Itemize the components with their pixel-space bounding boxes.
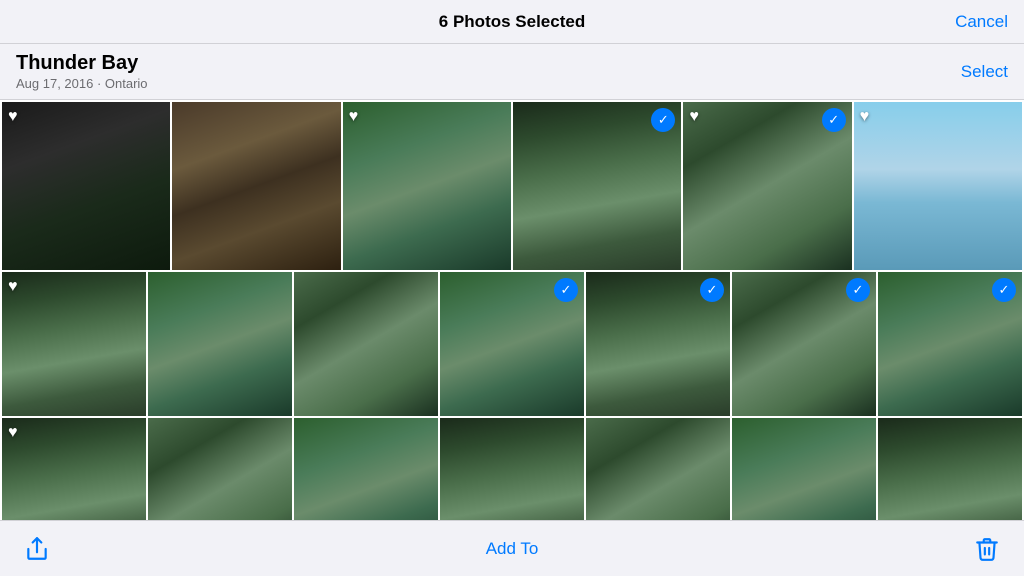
trash-button[interactable] — [974, 536, 1000, 562]
check-badge: ✓ — [992, 278, 1016, 302]
top-bar: 6 Photos Selected Cancel — [0, 0, 1024, 44]
heart-icon: ♥ — [860, 108, 870, 126]
heart-icon: ♥ — [8, 424, 18, 442]
check-badge: ✓ — [651, 108, 675, 132]
photo-cell[interactable]: ♥ — [854, 102, 1022, 270]
add-to-button[interactable]: Add To — [486, 539, 539, 559]
album-subtitle: Aug 17, 2016 · Ontario — [16, 76, 148, 91]
select-button[interactable]: Select — [961, 62, 1008, 82]
photo-grid: ♥♥✓♥✓♥♥✓✓✓✓♥0:020:200:200:031:231:23 — [0, 100, 1024, 520]
photo-cell[interactable]: 0:20 — [294, 418, 438, 520]
grid-row: ♥♥✓♥✓♥ — [2, 102, 1022, 270]
photo-cell[interactable]: ♥ — [2, 102, 170, 270]
check-badge: ✓ — [700, 278, 724, 302]
photo-cell[interactable]: 1:23 — [732, 418, 876, 520]
grid-row: ♥0:020:200:200:031:231:23 — [2, 418, 1022, 520]
heart-icon: ♥ — [349, 108, 359, 126]
photo-cell[interactable]: ✓ — [586, 272, 730, 416]
photo-cell[interactable]: ✓ — [513, 102, 681, 270]
photo-cell[interactable]: 0:20 — [440, 418, 584, 520]
photo-cell[interactable]: ♥ — [2, 418, 146, 520]
heart-icon: ♥ — [8, 108, 18, 126]
check-badge: ✓ — [846, 278, 870, 302]
photo-cell[interactable]: ♥✓ — [683, 102, 851, 270]
photo-cell[interactable]: ♥ — [2, 272, 146, 416]
cancel-button[interactable]: Cancel — [948, 12, 1008, 32]
photo-cell[interactable]: ✓ — [878, 272, 1022, 416]
heart-icon: ♥ — [689, 108, 699, 126]
photo-cell[interactable] — [148, 272, 292, 416]
album-title: Thunder Bay — [16, 52, 148, 75]
photo-cell[interactable]: ♥ — [343, 102, 511, 270]
photo-cell[interactable]: ✓ — [732, 272, 876, 416]
check-badge: ✓ — [554, 278, 578, 302]
photo-cell[interactable] — [172, 102, 340, 270]
check-badge: ✓ — [822, 108, 846, 132]
grid-row: ♥ ✓ ✓ ✓ ✓ — [2, 272, 1022, 416]
bottom-toolbar: Add To — [0, 520, 1024, 576]
photo-cell[interactable]: ✓ — [440, 272, 584, 416]
album-info: Thunder Bay Aug 17, 2016 · Ontario — [16, 52, 148, 91]
photo-cell[interactable]: 0:02 — [148, 418, 292, 520]
photo-cell[interactable]: 0:03 — [586, 418, 730, 520]
photo-cell[interactable] — [294, 272, 438, 416]
top-bar-title: 6 Photos Selected — [76, 12, 948, 32]
album-header: Thunder Bay Aug 17, 2016 · Ontario Selec… — [0, 44, 1024, 100]
heart-icon: ♥ — [8, 278, 18, 296]
share-button[interactable] — [24, 536, 50, 562]
photo-cell[interactable]: 1:23 — [878, 418, 1022, 520]
